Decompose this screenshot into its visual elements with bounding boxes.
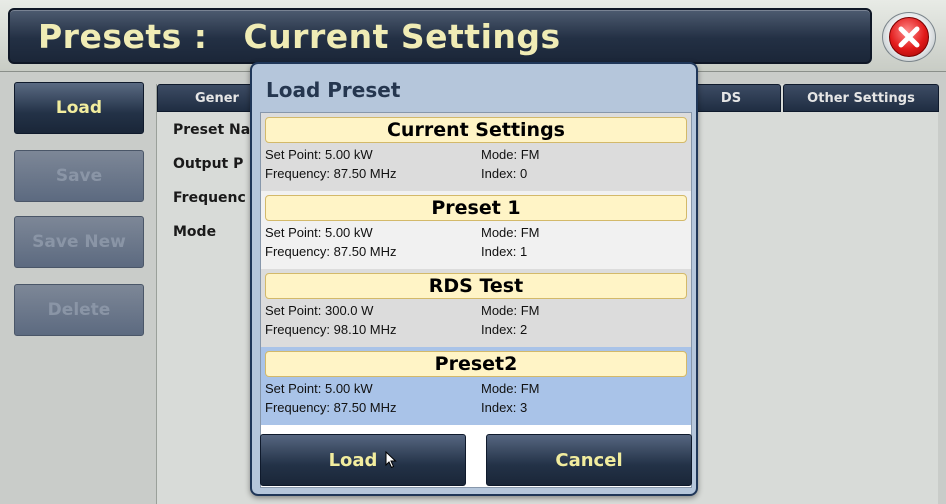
preset-mode: Mode: FM [481,381,540,396]
preset-mode: Mode: FM [481,147,540,162]
preset-frequency: Frequency: 98.10 MHz [265,322,397,337]
preset-index: Index: 0 [481,166,528,181]
save-new-button[interactable]: Save New [14,216,144,268]
preset-item[interactable]: Preset 1 Set Point: 5.00 kW Mode: FM Fre… [261,191,691,269]
dialog-load-button[interactable]: Load [260,434,466,486]
field-frequency-label: Frequenc [173,190,246,206]
preset-mode: Mode: FM [481,303,540,318]
mouse-pointer-icon [385,451,398,469]
preset-name: Current Settings [265,117,687,143]
dialog-title: Load Preset [266,78,401,102]
field-preset-name-label: Preset Na [173,122,251,138]
field-mode-label: Mode [173,224,217,240]
preset-frequency: Frequency: 87.50 MHz [265,166,397,181]
dialog-load-label: Load [328,449,378,471]
preset-index: Index: 2 [481,322,528,337]
title-panel: Presets : Current Settings [8,8,872,64]
preset-set-point: Set Point: 5.00 kW [265,147,373,162]
page-title: Current Settings [243,16,561,56]
preset-list[interactable]: Current Settings Set Point: 5.00 kW Mode… [260,112,692,488]
preset-index: Index: 3 [481,400,528,415]
preset-mode: Mode: FM [481,225,540,240]
preset-frequency: Frequency: 87.50 MHz [265,400,397,415]
close-button[interactable] [882,12,936,62]
page-title-prefix: Presets : [38,16,208,56]
x-mark-icon [898,26,920,48]
load-button[interactable]: Load [14,82,144,134]
preset-index: Index: 1 [481,244,528,259]
field-output-power-label: Output P [173,156,244,172]
preset-item[interactable]: RDS Test Set Point: 300.0 W Mode: FM Fre… [261,269,691,347]
preset-set-point: Set Point: 300.0 W [265,303,374,318]
preset-name: Preset 1 [265,195,687,221]
preset-set-point: Set Point: 5.00 kW [265,225,373,240]
save-button[interactable]: Save [14,150,144,202]
preset-name: RDS Test [265,273,687,299]
preset-item[interactable]: Current Settings Set Point: 5.00 kW Mode… [261,113,691,191]
preset-frequency: Frequency: 87.50 MHz [265,244,397,259]
load-preset-dialog: Load Preset Current Settings Set Point: … [250,62,698,496]
close-icon [889,17,929,57]
dialog-cancel-button[interactable]: Cancel [486,434,692,486]
preset-name: Preset2 [265,351,687,377]
tab-other-settings[interactable]: Other Settings [783,84,939,112]
delete-button[interactable]: Delete [14,284,144,336]
preset-item-selected[interactable]: Preset2 Set Point: 5.00 kW Mode: FM Freq… [261,347,691,425]
preset-set-point: Set Point: 5.00 kW [265,381,373,396]
